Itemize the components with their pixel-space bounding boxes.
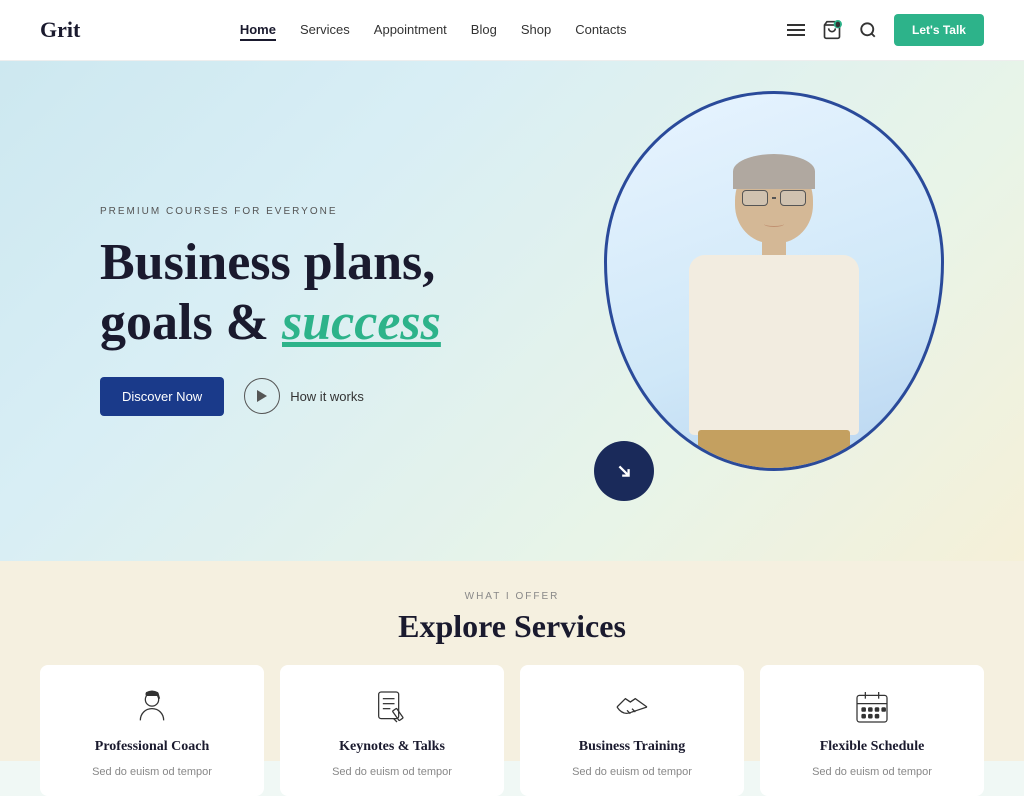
brand-logo: Grit	[40, 17, 80, 43]
service-name-schedule: Flexible Schedule	[820, 739, 925, 755]
service-name-training: Business Training	[579, 739, 685, 755]
menu-icon[interactable]	[786, 20, 806, 40]
hero-subtitle: Premium Courses For Everyone	[100, 206, 441, 217]
training-icon	[610, 685, 654, 729]
person-figure	[644, 128, 904, 468]
services-section: What I Offer Explore Services Profession…	[0, 561, 1024, 761]
nav-shop[interactable]: Shop	[521, 22, 551, 37]
nav-contacts[interactable]: Contacts	[575, 22, 626, 37]
cart-icon[interactable]: 0	[822, 20, 842, 40]
lets-talk-button[interactable]: Let's Talk	[894, 14, 984, 46]
services-grid: Professional Coach Sed do euism od tempo…	[40, 665, 984, 796]
hero-section: Premium Courses For Everyone Business pl…	[0, 61, 1024, 561]
discover-now-button[interactable]: Discover Now	[100, 377, 224, 416]
hero-title: Business plans, goals & success	[100, 233, 441, 353]
hero-content: Premium Courses For Everyone Business pl…	[0, 206, 441, 416]
service-desc-coach: Sed do euism od tempor	[92, 765, 212, 780]
how-label: How it works	[290, 389, 364, 404]
keynote-icon	[370, 685, 414, 729]
service-card-training[interactable]: Business Training Sed do euism od tempor	[520, 665, 744, 796]
how-it-works-link[interactable]: How it works	[244, 378, 364, 414]
play-icon	[244, 378, 280, 414]
hero-actions: Discover Now How it works	[100, 377, 441, 416]
nav-services[interactable]: Services	[300, 22, 350, 37]
navbar: Grit Home Services Appointment Blog Shop…	[0, 0, 1024, 61]
services-header: What I Offer Explore Services	[40, 591, 984, 645]
hero-title-line2: goals &	[100, 294, 269, 351]
service-name-coach: Professional Coach	[95, 739, 209, 755]
search-icon[interactable]	[858, 20, 878, 40]
nav-links: Home Services Appointment Blog Shop Cont…	[240, 21, 627, 39]
coach-icon	[130, 685, 174, 729]
schedule-icon	[850, 685, 894, 729]
hero-image-area	[584, 81, 964, 541]
nav-appointment[interactable]: Appointment	[374, 22, 447, 37]
hero-portrait-circle	[604, 91, 944, 471]
service-desc-schedule: Sed do euism od tempor	[812, 765, 932, 780]
service-desc-keynote: Sed do euism od tempor	[332, 765, 452, 780]
nav-blog[interactable]: Blog	[471, 22, 497, 37]
hero-title-green: success	[282, 294, 441, 351]
service-name-keynote: Keynotes & Talks	[339, 739, 445, 755]
navbar-right: 0 Let's Talk	[786, 14, 984, 46]
services-section-title: Explore Services	[40, 608, 984, 645]
services-section-label: What I Offer	[40, 591, 984, 602]
service-card-coach[interactable]: Professional Coach Sed do euism od tempo…	[40, 665, 264, 796]
service-desc-training: Sed do euism od tempor	[572, 765, 692, 780]
scroll-arrow-button[interactable]	[594, 441, 654, 501]
service-card-keynote[interactable]: Keynotes & Talks Sed do euism od tempor	[280, 665, 504, 796]
hero-title-line1: Business plans,	[100, 234, 435, 291]
service-card-schedule[interactable]: Flexible Schedule Sed do euism od tempor	[760, 665, 984, 796]
nav-home[interactable]: Home	[240, 22, 276, 41]
